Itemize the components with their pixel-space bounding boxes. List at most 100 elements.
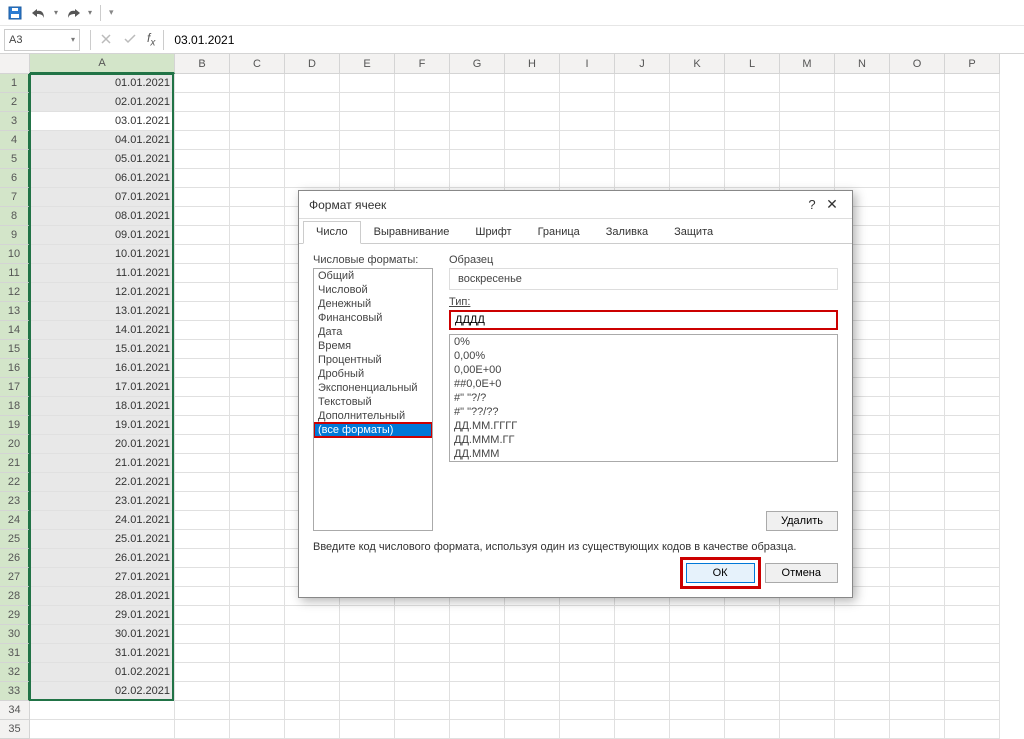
- cell[interactable]: [615, 169, 670, 188]
- cell[interactable]: [560, 606, 615, 625]
- cell[interactable]: [560, 112, 615, 131]
- cell[interactable]: [560, 644, 615, 663]
- cell[interactable]: [395, 74, 450, 93]
- cell[interactable]: [890, 587, 945, 606]
- cell[interactable]: [505, 682, 560, 701]
- cell[interactable]: [175, 606, 230, 625]
- cell[interactable]: [890, 150, 945, 169]
- cell[interactable]: [340, 93, 395, 112]
- format-code-item[interactable]: МММ.ГГ: [450, 461, 837, 462]
- cell[interactable]: [890, 93, 945, 112]
- cell[interactable]: [395, 682, 450, 701]
- row-header[interactable]: 11: [0, 264, 30, 283]
- cell[interactable]: [890, 606, 945, 625]
- cell[interactable]: 02.02.2021: [30, 682, 175, 701]
- cell[interactable]: [395, 701, 450, 720]
- cell[interactable]: [340, 625, 395, 644]
- cell[interactable]: [890, 226, 945, 245]
- cell[interactable]: [505, 644, 560, 663]
- row-header[interactable]: 10: [0, 245, 30, 264]
- cell[interactable]: [450, 720, 505, 739]
- column-header[interactable]: N: [835, 54, 890, 74]
- cell[interactable]: [890, 283, 945, 302]
- cell[interactable]: [285, 720, 340, 739]
- cell[interactable]: [175, 587, 230, 606]
- cell[interactable]: 04.01.2021: [30, 131, 175, 150]
- cell[interactable]: [670, 93, 725, 112]
- cell[interactable]: 01.01.2021: [30, 74, 175, 93]
- cell[interactable]: [945, 188, 1000, 207]
- dialog-tab[interactable]: Граница: [525, 221, 593, 244]
- column-header[interactable]: C: [230, 54, 285, 74]
- cell[interactable]: 16.01.2021: [30, 359, 175, 378]
- row-header[interactable]: 25: [0, 530, 30, 549]
- cell[interactable]: [505, 112, 560, 131]
- cell[interactable]: [670, 606, 725, 625]
- column-header[interactable]: A: [30, 54, 175, 74]
- cell[interactable]: [340, 169, 395, 188]
- cell[interactable]: [285, 169, 340, 188]
- row-header[interactable]: 26: [0, 549, 30, 568]
- undo-icon[interactable]: [30, 4, 48, 22]
- cell[interactable]: [230, 511, 285, 530]
- row-header[interactable]: 29: [0, 606, 30, 625]
- cell[interactable]: 24.01.2021: [30, 511, 175, 530]
- cell[interactable]: [230, 245, 285, 264]
- cell[interactable]: [175, 511, 230, 530]
- row-header[interactable]: 12: [0, 283, 30, 302]
- cell[interactable]: [945, 359, 1000, 378]
- cell[interactable]: [835, 93, 890, 112]
- cell[interactable]: [890, 492, 945, 511]
- delete-format-button[interactable]: Удалить: [766, 511, 838, 531]
- cell[interactable]: [615, 131, 670, 150]
- cell[interactable]: [835, 74, 890, 93]
- cell[interactable]: [945, 549, 1000, 568]
- cell[interactable]: [285, 74, 340, 93]
- row-header[interactable]: 18: [0, 397, 30, 416]
- cell[interactable]: [175, 188, 230, 207]
- cell[interactable]: [615, 74, 670, 93]
- cell[interactable]: 11.01.2021: [30, 264, 175, 283]
- cell[interactable]: [395, 625, 450, 644]
- cell[interactable]: [175, 644, 230, 663]
- format-code-item[interactable]: #" "??/??: [450, 405, 837, 419]
- cell[interactable]: [670, 169, 725, 188]
- cell[interactable]: [340, 644, 395, 663]
- cell[interactable]: [505, 625, 560, 644]
- cell[interactable]: [780, 169, 835, 188]
- cell[interactable]: 08.01.2021: [30, 207, 175, 226]
- cell[interactable]: [285, 625, 340, 644]
- cell[interactable]: [175, 264, 230, 283]
- formula-input[interactable]: [164, 29, 1024, 51]
- cell[interactable]: [835, 663, 890, 682]
- cell[interactable]: [780, 644, 835, 663]
- dialog-help-button[interactable]: ?: [802, 197, 822, 212]
- cell[interactable]: [340, 112, 395, 131]
- cell[interactable]: [230, 454, 285, 473]
- cell[interactable]: [890, 74, 945, 93]
- cell[interactable]: [175, 701, 230, 720]
- cell[interactable]: [175, 454, 230, 473]
- cell[interactable]: [340, 606, 395, 625]
- cell[interactable]: [890, 302, 945, 321]
- cell[interactable]: [230, 587, 285, 606]
- cell[interactable]: [945, 112, 1000, 131]
- cell[interactable]: [945, 511, 1000, 530]
- row-header[interactable]: 35: [0, 720, 30, 739]
- format-code-item[interactable]: ДД.МММ: [450, 447, 837, 461]
- cell[interactable]: [395, 606, 450, 625]
- cell[interactable]: [285, 701, 340, 720]
- cell[interactable]: [890, 568, 945, 587]
- cell[interactable]: 23.01.2021: [30, 492, 175, 511]
- category-item[interactable]: Числовой: [314, 283, 432, 297]
- row-header[interactable]: 15: [0, 340, 30, 359]
- cell[interactable]: [835, 720, 890, 739]
- cell[interactable]: [890, 644, 945, 663]
- cell[interactable]: [175, 378, 230, 397]
- cell[interactable]: [945, 93, 1000, 112]
- cell[interactable]: [945, 587, 1000, 606]
- cell[interactable]: [945, 378, 1000, 397]
- cell[interactable]: [175, 302, 230, 321]
- row-header[interactable]: 3: [0, 112, 30, 131]
- cell[interactable]: [835, 625, 890, 644]
